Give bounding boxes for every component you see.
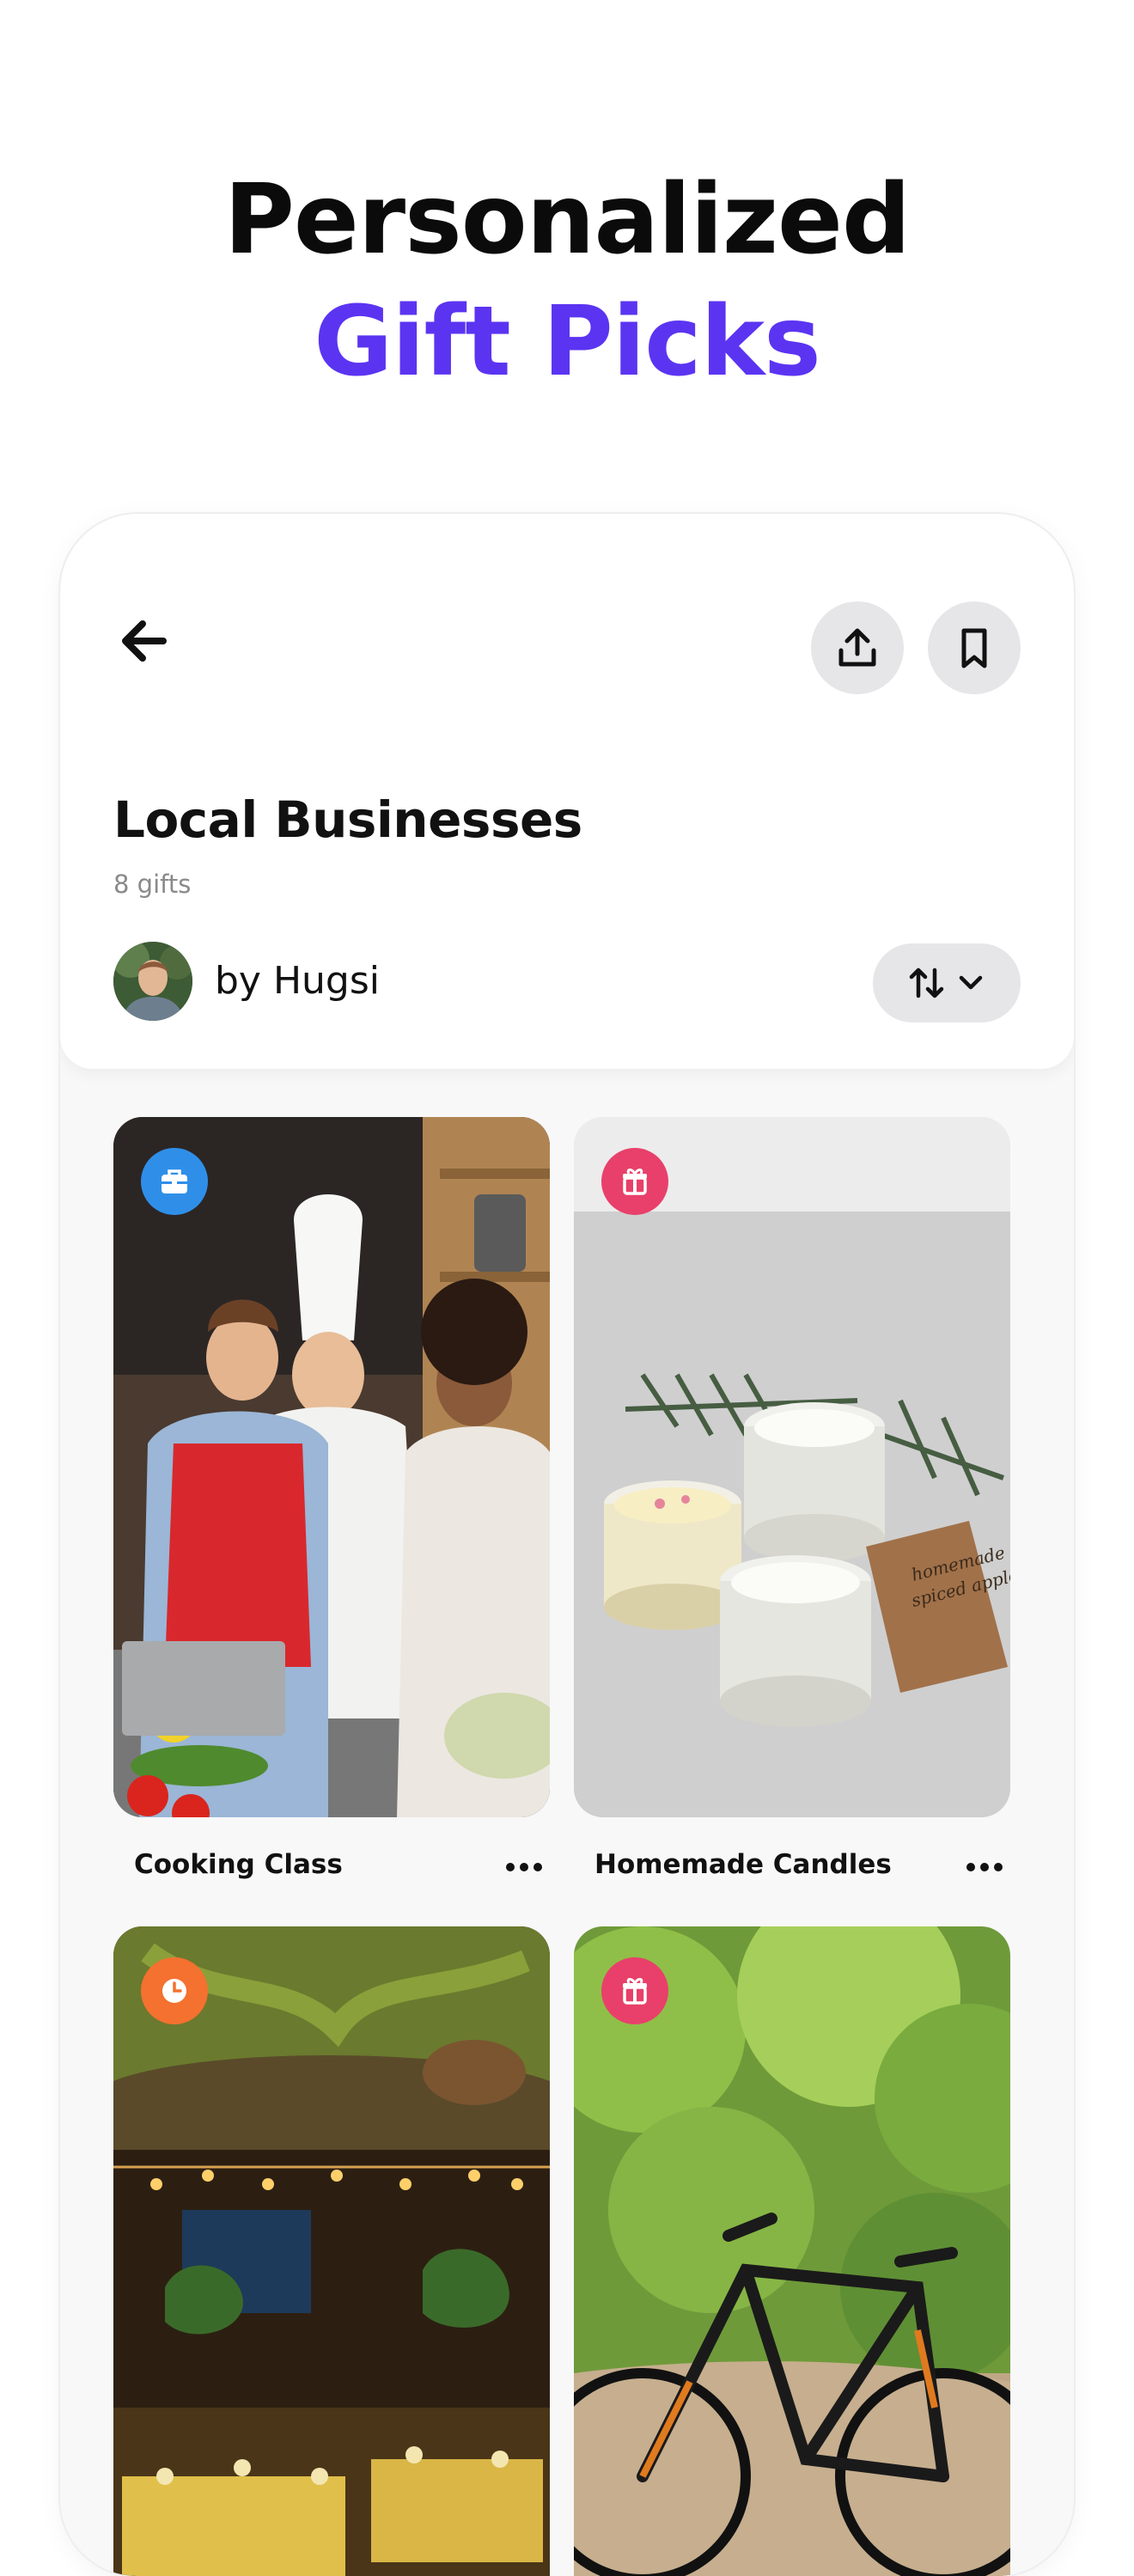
gift-image[interactable] [113, 1117, 550, 1817]
chevron-down-icon [959, 975, 983, 990]
avatar[interactable] [113, 942, 192, 1021]
gift-image[interactable]: homemade spiced apple [574, 1117, 1010, 1817]
hero-heading: Personalized Gift Picks [0, 159, 1134, 403]
gift-label: Cooking Class [134, 1849, 343, 1880]
handmade-badge [601, 1957, 668, 2024]
more-horizontal-icon[interactable] [498, 1854, 550, 1880]
phone-frame: Local Businesses 8 gifts by Hugsi Cookin… [60, 514, 1074, 2576]
experience-badge [141, 1148, 208, 1215]
sort-arrows-icon [909, 968, 944, 998]
gift-image[interactable] [574, 1926, 1010, 2576]
more-horizontal-icon[interactable] [959, 1854, 1010, 1880]
hero-line-1: Personalized [223, 164, 911, 276]
bookmark-icon [961, 628, 987, 668]
collection-header: Local Businesses 8 gifts by Hugsi [60, 514, 1074, 1069]
bookmark-button[interactable] [928, 601, 1021, 694]
gift-box-icon [623, 1978, 647, 2005]
avatar-photo [113, 942, 192, 1021]
share-upload-icon [838, 628, 876, 667]
cooking-class-photo [113, 1117, 550, 1817]
back-button[interactable] [113, 610, 175, 672]
gift-label: Homemade Candles [594, 1849, 892, 1880]
arrow-left-icon [122, 620, 167, 662]
share-button[interactable] [811, 601, 904, 694]
clock-icon [162, 1979, 186, 2003]
hero-line-2: Gift Picks [314, 286, 821, 398]
gift-image[interactable] [113, 1926, 550, 2576]
collection-title: Local Businesses [113, 791, 582, 849]
author-name[interactable]: by Hugsi [215, 959, 380, 1003]
briefcase-icon [162, 1169, 187, 1193]
gift-box-icon [623, 1169, 647, 1195]
candles-photo: homemade spiced apple [574, 1117, 1010, 1817]
handmade-badge [601, 1148, 668, 1215]
time-badge [141, 1957, 208, 2024]
gift-count: 8 gifts [113, 870, 192, 899]
sort-button[interactable] [873, 943, 1021, 1022]
